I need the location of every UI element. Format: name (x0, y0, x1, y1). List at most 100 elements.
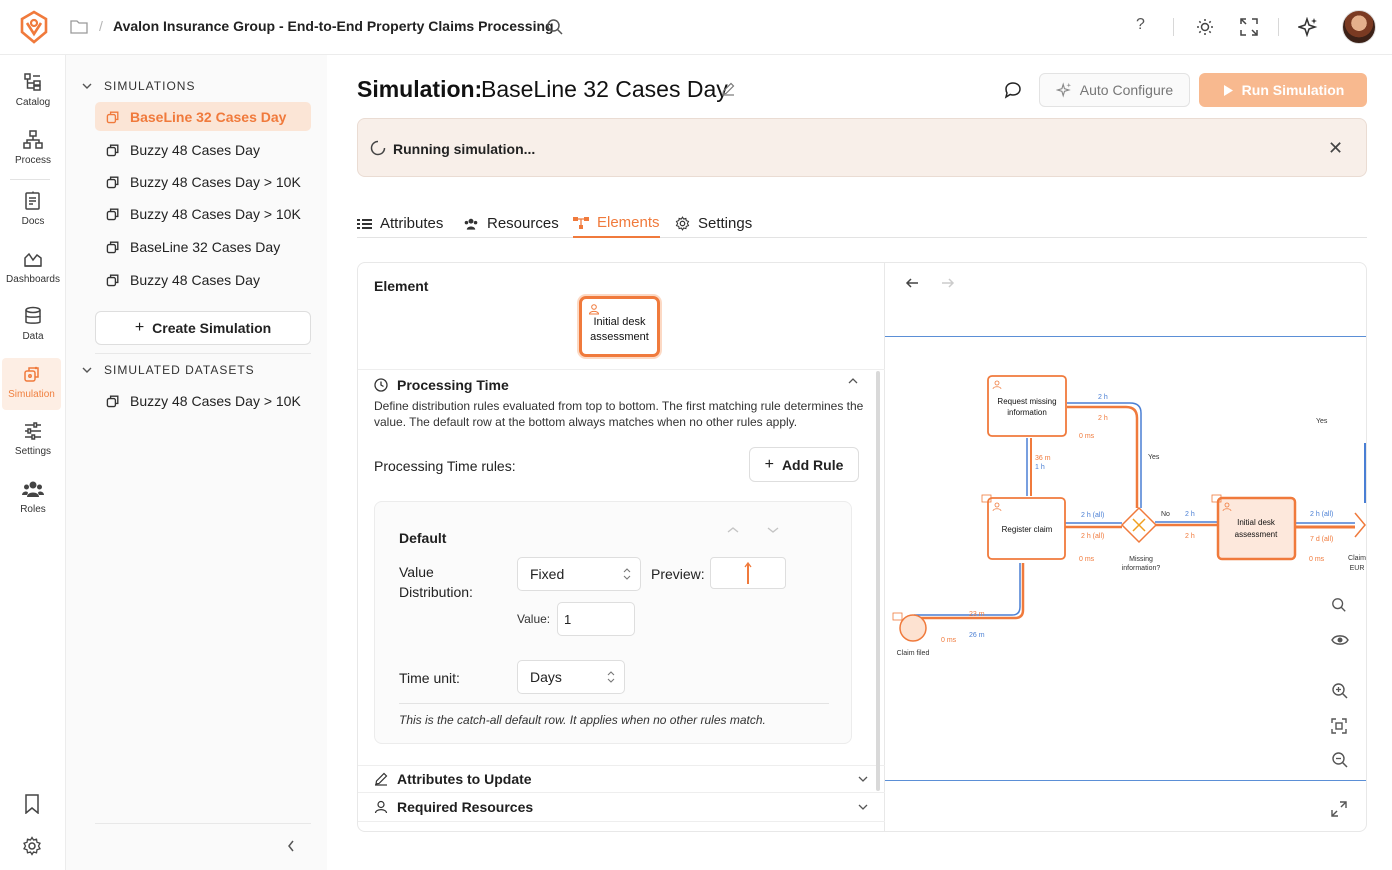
simulation-item[interactable]: Buzzy 48 Cases Day > 10K (95, 199, 311, 228)
close-icon[interactable]: ✕ (1328, 138, 1343, 159)
rail-label: Process (14, 155, 52, 166)
divider (358, 369, 885, 370)
breadcrumb-title[interactable]: Avalon Insurance Group - End-to-End Prop… (113, 18, 554, 34)
diagram-edge-node-label: EUR (1350, 565, 1365, 572)
attributes-to-update-header[interactable]: Attributes to Update (374, 771, 868, 787)
help-icon[interactable]: ? (1136, 16, 1145, 34)
distribution-select[interactable]: Fixed (517, 557, 641, 591)
rail-item-docs[interactable]: Docs (0, 191, 66, 227)
simulation-item[interactable]: BaseLine 32 Cases Day (95, 232, 311, 261)
edge-label: 2 h (1098, 415, 1108, 422)
run-simulation-label: Run Simulation (1241, 82, 1345, 98)
datasets-section-header[interactable]: SIMULATED DATASETS (82, 363, 255, 377)
bookmark-icon[interactable] (23, 794, 41, 814)
edge-label: No (1161, 511, 1170, 518)
zoom-out-icon[interactable] (1331, 751, 1349, 769)
create-simulation-label: Create Simulation (152, 320, 272, 336)
app-logo[interactable] (18, 10, 50, 44)
edge-label: Yes (1148, 454, 1160, 461)
rail-item-data[interactable]: Data (0, 306, 66, 342)
chevron-up-icon[interactable] (848, 377, 858, 385)
rail-item-roles[interactable]: Roles (0, 479, 66, 515)
divider (1278, 18, 1279, 36)
simulation-item[interactable]: Buzzy 48 Cases Day (95, 135, 311, 164)
simulations-section-header[interactable]: SIMULATIONS (82, 79, 195, 93)
rail-item-settings[interactable]: Settings (0, 421, 66, 457)
zoom-in-icon[interactable] (1331, 682, 1349, 700)
tab-settings[interactable]: Settings (675, 209, 752, 238)
dataset-item[interactable]: Buzzy 48 Cases Day > 10K (95, 386, 311, 415)
pencil-icon[interactable] (721, 82, 735, 96)
edge-label: 26 m (969, 632, 985, 639)
user-icon (374, 800, 388, 814)
diagram-node-label: Register claim (1002, 525, 1053, 534)
section-title: SIMULATED DATASETS (104, 363, 255, 377)
selected-element-node[interactable]: Initial desk assessment (579, 296, 660, 357)
processing-time-description: Define distribution rules evaluated from… (374, 399, 864, 429)
tab-bar: Attributes Resources Elements Settings (357, 200, 1367, 238)
tab-resources[interactable]: Resources (463, 209, 559, 238)
folder-icon[interactable] (70, 19, 88, 34)
edge-label: 0 ms (941, 637, 957, 644)
run-simulation-button[interactable]: Run Simulation (1199, 73, 1367, 107)
comment-icon[interactable] (1004, 81, 1022, 99)
add-rule-button[interactable]: + Add Rule (749, 447, 859, 482)
gear-icon[interactable] (22, 836, 42, 856)
sparkle-icon[interactable] (1298, 17, 1318, 37)
collapse-sidebar-button[interactable] (286, 839, 296, 853)
chevron-down-icon (858, 776, 868, 782)
avatar[interactable] (1342, 10, 1376, 44)
simulation-icon (106, 274, 119, 286)
tab-attributes[interactable]: Attributes (357, 209, 443, 238)
simulation-item[interactable]: Buzzy 48 Cases Day (95, 265, 311, 294)
simulation-item[interactable]: Buzzy 48 Cases Day > 10K (95, 167, 311, 196)
simulation-icon (23, 366, 39, 382)
arrow-right-icon[interactable] (941, 277, 955, 289)
time-unit-select[interactable]: Days (517, 660, 625, 694)
rail-item-process[interactable]: Process (0, 130, 66, 166)
auto-configure-button[interactable]: Auto Configure (1039, 73, 1190, 107)
diagram-boundary (885, 780, 1366, 781)
process-diagram[interactable]: Request missing information Register cla… (885, 263, 1366, 831)
rail-item-simulation[interactable]: Simulation (2, 358, 61, 410)
top-bar: / Avalon Insurance Group - End-to-End Pr… (0, 0, 1392, 55)
search-icon[interactable] (546, 18, 564, 36)
required-resources-header[interactable]: Required Resources (374, 799, 868, 815)
sun-icon[interactable] (1196, 18, 1214, 36)
rail-label: Simulation (8, 389, 55, 400)
users-icon (22, 481, 44, 497)
edge-label: 2 h (1098, 394, 1108, 401)
tab-label: Attributes (380, 215, 444, 232)
spinner-icon (370, 140, 386, 156)
eye-icon[interactable] (1331, 633, 1349, 647)
dashboard-icon (24, 252, 42, 267)
chevron-up-icon[interactable] (727, 526, 739, 534)
processing-time-header[interactable]: Processing Time (374, 377, 509, 393)
divider (358, 765, 885, 766)
fit-view-icon[interactable] (1331, 718, 1347, 734)
value-distribution-label: Value Distribution: (399, 564, 473, 600)
plus-icon: + (764, 455, 774, 473)
simulation-item-label: BaseLine 32 Cases Day (130, 238, 281, 255)
diagram-node-label: assessment (1235, 530, 1278, 539)
simulation-item-label: Buzzy 48 Cases Day > 10K (130, 173, 301, 190)
expand-diagram-icon[interactable] (1331, 801, 1347, 817)
rail-item-dashboards[interactable]: Dashboards (0, 249, 66, 285)
rail-label: Roles (20, 504, 46, 515)
fullscreen-icon[interactable] (1240, 18, 1258, 36)
create-simulation-button[interactable]: + Create Simulation (95, 311, 311, 345)
simulation-icon (106, 395, 119, 407)
diagram-boundary (885, 336, 1366, 337)
auto-configure-label: Auto Configure (1079, 82, 1174, 98)
user-task-icon (588, 303, 600, 315)
search-icon[interactable] (1331, 597, 1347, 613)
rail-item-catalog[interactable]: Catalog (0, 72, 66, 108)
value-input[interactable]: 1 (557, 602, 635, 636)
diagram-node-label: Initial desk (1237, 518, 1276, 527)
tab-elements[interactable]: Elements (573, 209, 660, 238)
arrow-left-icon[interactable] (905, 277, 919, 289)
chevron-down-icon[interactable] (767, 526, 779, 534)
sliders-icon (25, 422, 41, 440)
scrollbar[interactable] (876, 371, 880, 791)
simulation-item[interactable]: BaseLine 32 Cases Day (95, 102, 311, 131)
